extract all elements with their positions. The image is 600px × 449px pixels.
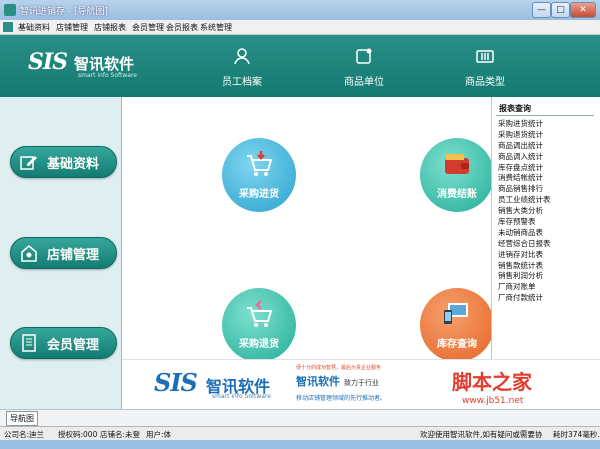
tab-bar: 导航图 — [0, 409, 600, 426]
banner-ad-text: 便十分的成功智慧，最后为贵企业服务 智讯软件 致力于行业 移动店铺管理领域的先行推… — [296, 364, 424, 408]
tag-icon — [356, 48, 372, 64]
banner-ad-line2: 智讯软件 致力于行业 — [296, 373, 379, 389]
nav-unit-label: 商品单位 — [344, 77, 384, 88]
ad-banner: SIS 智讯软件 smart info Software 便十分的成功智慧，最后… — [122, 359, 600, 410]
menu-item-member-report[interactable]: 会员报表 — [166, 22, 198, 33]
tile-checkout[interactable]: 消费结账 — [420, 138, 494, 212]
report-item[interactable]: 商品销售排行 — [498, 184, 551, 195]
reports-list: 采购进货统计 采购退货统计 商品调出统计 商品调入统计 库存盘点统计 消费结帐统… — [498, 119, 551, 304]
report-item[interactable]: 销售利润分析 — [498, 271, 551, 282]
report-item[interactable]: 销售款统计表 — [498, 261, 551, 272]
watermark: 脚本之家 — [452, 370, 532, 394]
member-manage-label: 会员管理 — [47, 338, 100, 353]
report-item[interactable]: 厂商对账单 — [498, 282, 551, 293]
book-icon — [22, 334, 36, 352]
minimize-button[interactable]: — — [532, 2, 551, 18]
tile-purchase-in-label: 采购进货 — [239, 189, 279, 200]
window-title: 智讯进销存 - [导航图] — [20, 7, 108, 17]
reports-title: 报表查询 — [499, 104, 531, 113]
nav-type-label: 商品类型 — [465, 77, 505, 88]
menu-app-icon — [3, 22, 13, 32]
basic-info-button[interactable]: 基础资料 — [10, 146, 117, 178]
banner-ad-tag: 致力于行业 — [344, 379, 379, 387]
status-user: 用户:体 — [146, 430, 172, 439]
logo-cn: 智讯软件 — [74, 55, 135, 73]
watermark-url: www.jb51.net — [462, 396, 524, 406]
menu-item-system[interactable]: 系统管理 — [200, 22, 232, 33]
cart-in-icon — [247, 151, 273, 176]
nav-unit[interactable]: 商品单位 — [319, 35, 409, 97]
reports-divider — [496, 115, 594, 116]
tile-stock-query-label: 库存查询 — [437, 339, 477, 350]
report-item[interactable]: 采购进货统计 — [498, 119, 551, 130]
store-manage-button[interactable]: 店铺管理 — [10, 237, 117, 269]
tab-navigation[interactable]: 导航图 — [6, 411, 38, 426]
report-item[interactable]: 库存预警表 — [498, 217, 551, 228]
banner-logo-en: smart info Software — [212, 393, 271, 400]
logo-en: smart info Software — [78, 72, 137, 79]
report-item[interactable]: 进销存对比表 — [498, 250, 551, 261]
nav-employee[interactable]: 员工档案 — [197, 35, 287, 97]
report-item[interactable]: 采购退货统计 — [498, 130, 551, 141]
menu-item-basic[interactable]: 基础资料 — [18, 22, 50, 33]
tile-stock-query[interactable]: 库存查询 — [420, 288, 494, 362]
report-item[interactable]: 员工业绩统计表 — [498, 195, 551, 206]
banner-logo-sis: SIS — [154, 368, 198, 397]
banner-ad-brand: 智讯软件 — [296, 375, 340, 388]
maximize-button[interactable]: □ — [551, 2, 570, 18]
app-icon — [4, 4, 16, 16]
report-item[interactable]: 销售大类分析 — [498, 206, 551, 217]
edit-icon — [20, 156, 37, 170]
window-bottom-frame — [0, 440, 600, 449]
store-manage-label: 店铺管理 — [47, 248, 100, 263]
close-button[interactable]: ✕ — [570, 2, 596, 18]
category-icon — [476, 50, 494, 63]
wallet-icon — [445, 154, 469, 174]
tile-purchase-return-label: 采购退货 — [239, 339, 279, 350]
menu-item-store-report[interactable]: 店铺报表 — [94, 22, 126, 33]
basic-info-label: 基础资料 — [47, 157, 100, 172]
menu-item-store[interactable]: 店铺管理 — [56, 22, 88, 33]
title-bar[interactable]: 智讯进销存 - [导航图] — □ ✕ — [0, 0, 600, 20]
report-item[interactable]: 经营综合日报表 — [498, 239, 551, 250]
status-timing: 耗时374毫秒. — [553, 430, 600, 439]
banner-ad-line3: 移动店铺管理领域的先行推动者。 — [296, 395, 387, 402]
user-icon — [234, 48, 250, 65]
devices-icon — [444, 303, 468, 324]
report-item[interactable]: 未动销商品表 — [498, 228, 551, 239]
report-item[interactable]: 商品调出统计 — [498, 141, 551, 152]
content-area: 基础资料 店铺管理 会员管理 采购进货 消费结账 采购退货 库存查询 报表查询 … — [0, 97, 600, 410]
left-panel: 基础资料 店铺管理 会员管理 — [0, 97, 122, 409]
menu-item-member[interactable]: 会员管理 — [132, 22, 164, 33]
logo-sis: SIS — [28, 49, 68, 75]
tile-purchase-return[interactable]: 采购退货 — [222, 288, 296, 362]
main-panel: 采购进货 消费结账 采购退货 库存查询 — [122, 97, 494, 362]
report-item[interactable]: 商品调入统计 — [498, 152, 551, 163]
status-auth: 授权码:000 — [58, 430, 98, 439]
member-manage-button[interactable]: 会员管理 — [10, 327, 117, 359]
reports-panel: 报表查询 采购进货统计 采购退货统计 商品调出统计 商品调入统计 库存盘点统计 … — [491, 97, 600, 359]
report-item[interactable]: 消费结帐统计 — [498, 173, 551, 184]
store-icon — [21, 245, 37, 262]
cart-return-icon — [247, 300, 273, 327]
header: SIS 智讯软件 smart info Software 员工档案 商品单位 商… — [0, 35, 600, 97]
tile-purchase-in[interactable]: 采购进货 — [222, 138, 296, 212]
app-window: 智讯进销存 - [导航图] — □ ✕ 基础资料 店铺管理 店铺报表 会员管理 … — [0, 0, 600, 449]
report-item[interactable]: 厂商付款统计 — [498, 293, 551, 304]
banner-ad-line1: 便十分的成功智慧，最后为贵企业服务 — [296, 365, 382, 371]
status-company: 公司名:迪兰 — [4, 430, 45, 439]
status-store: 店铺名:未登 — [100, 430, 141, 439]
nav-employee-label: 员工档案 — [222, 77, 262, 88]
report-item[interactable]: 库存盘点统计 — [498, 163, 551, 174]
menu-bar: 基础资料 店铺管理 店铺报表 会员管理 会员报表 系统管理 — [0, 20, 600, 35]
nav-type[interactable]: 商品类型 — [440, 35, 530, 97]
status-bar: 公司名:迪兰 授权码:000 店铺名:未登 用户:体 欢迎使用智讯软件,如有疑问… — [0, 426, 600, 440]
tile-checkout-label: 消费结账 — [437, 189, 477, 200]
status-welcome: 欢迎使用智讯软件,如有疑问或需要协 — [420, 430, 543, 439]
